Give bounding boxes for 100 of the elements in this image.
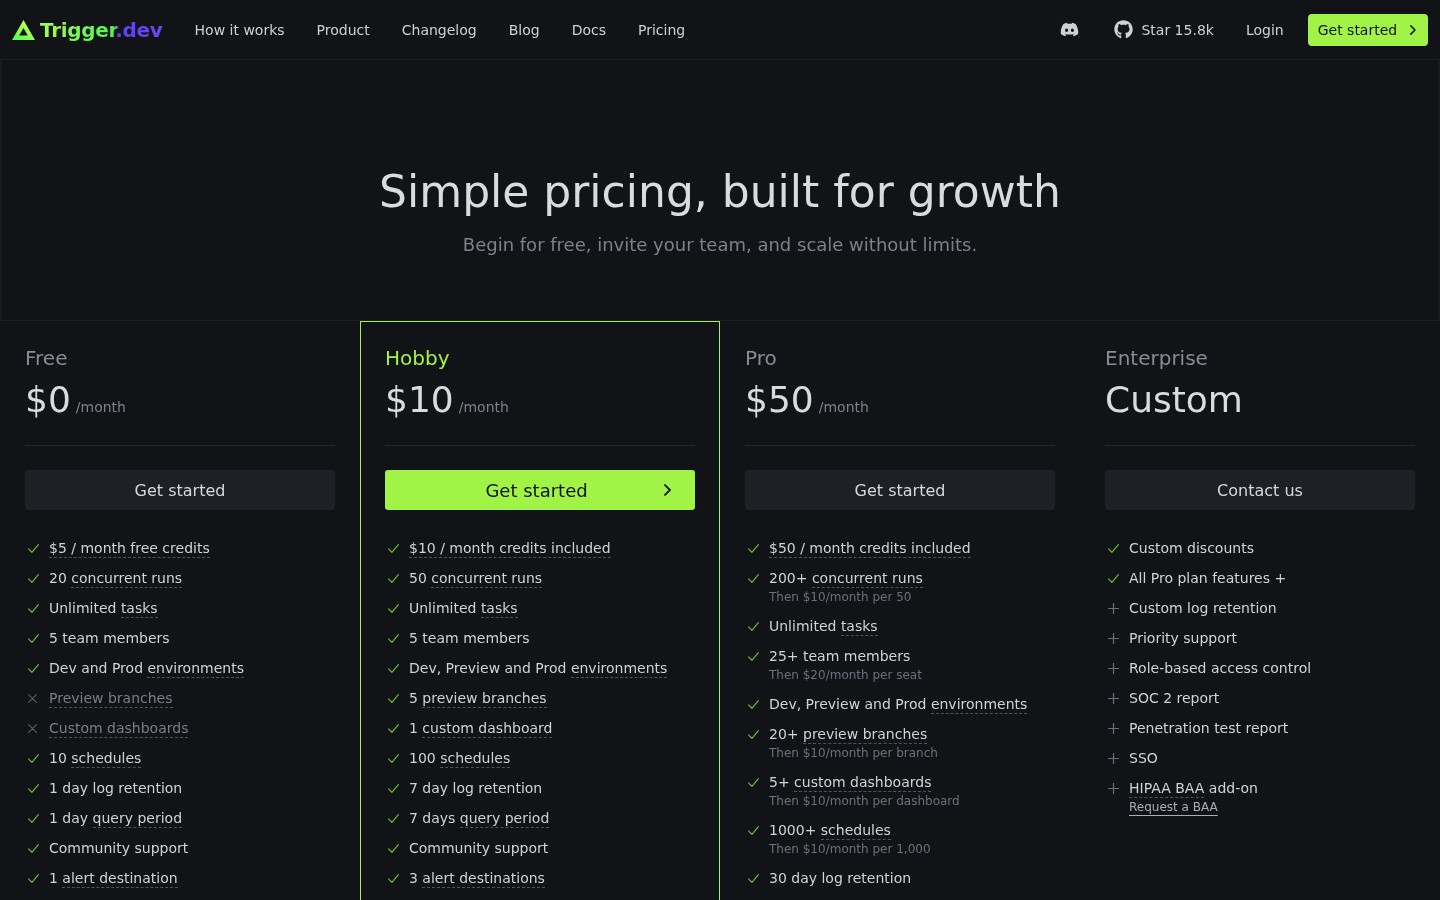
feature-text: Custom discounts — [1129, 539, 1254, 558]
feature-text: $5 / month free credits — [49, 539, 210, 558]
check-icon — [28, 633, 39, 643]
check-icon — [388, 573, 399, 583]
plan-price: $0 — [25, 378, 71, 422]
feature-text: Unlimited tasks — [769, 617, 878, 636]
nav-link[interactable]: Product — [316, 19, 370, 40]
check-icon — [748, 729, 759, 739]
nav-link[interactable]: Docs — [571, 19, 606, 40]
feature-text: Dev and Prod environments — [49, 659, 244, 678]
plan-button[interactable]: Get started — [25, 470, 335, 510]
feature-text: Unlimited tasks — [409, 599, 518, 618]
check-icon — [388, 633, 399, 643]
check-icon — [1108, 543, 1119, 553]
chevron-right-icon — [1410, 24, 1416, 35]
feature-text: Unlimited tasks — [49, 599, 158, 618]
nav-link[interactable]: Changelog — [401, 19, 477, 40]
feature-text: 100 schedules — [409, 749, 511, 768]
feature-text: 7 day log retention — [409, 779, 543, 798]
check-icon — [748, 543, 759, 553]
check-icon — [28, 753, 39, 763]
feature-text: 5+ custom dashboards — [769, 773, 932, 792]
check-icon — [388, 843, 399, 853]
nav-link[interactable]: How it works — [194, 19, 285, 40]
feature-text: 1 day log retention — [49, 779, 183, 798]
plan-name: Free — [25, 345, 68, 372]
github-icon — [1114, 20, 1134, 39]
plus-icon — [1108, 662, 1119, 674]
plus-icon — [1108, 782, 1119, 794]
plan-button[interactable]: Get started — [745, 470, 1055, 510]
feature-text: 25+ team members — [769, 647, 911, 666]
feature-text: $50 / month credits included — [769, 539, 971, 558]
check-icon — [28, 603, 39, 613]
plus-icon — [1108, 752, 1119, 764]
price-period: /month — [458, 398, 509, 417]
plan-button[interactable]: Contact us — [1105, 470, 1415, 510]
feature-text: $10 / month credits included — [409, 539, 611, 558]
feature-note: Then $20/month per seat — [769, 667, 922, 684]
feature-text: 1 day query period — [49, 809, 183, 828]
nav-link[interactable]: Blog — [508, 19, 540, 40]
feature-text: Custom dashboards — [49, 719, 189, 738]
check-icon — [28, 783, 39, 793]
plan-price: $10 — [385, 378, 454, 422]
discord-link[interactable] — [1060, 20, 1080, 39]
feature-text: 1 custom dashboard — [409, 719, 553, 738]
feature-text: Penetration test report — [1129, 719, 1289, 738]
check-icon — [748, 825, 759, 835]
check-icon — [388, 693, 399, 703]
feature-text: SOC 2 report — [1129, 689, 1220, 708]
feature-text: HIPAA BAA add-on — [1129, 779, 1258, 798]
feature-text: Priority support — [1129, 629, 1238, 648]
feature-note: Then $10/month per dashboard — [769, 793, 960, 810]
check-icon — [388, 813, 399, 823]
feature-text: 50 concurrent runs — [409, 569, 543, 588]
github-star-link[interactable]: Star 15.8k — [1114, 19, 1214, 40]
cross-icon — [28, 693, 37, 703]
plan-name: Hobby — [385, 345, 450, 372]
feature-text: Custom log retention — [1129, 599, 1277, 618]
check-icon — [748, 699, 759, 709]
plus-icon — [1108, 632, 1119, 644]
plus-icon — [1108, 722, 1119, 734]
hero-subtitle: Begin for free, invite your team, and scale without limits. — [462, 233, 978, 257]
feature-text: All Pro plan features + — [1129, 569, 1287, 588]
check-icon — [388, 543, 399, 553]
plus-icon — [1108, 602, 1119, 614]
check-icon — [28, 663, 39, 673]
triangle-logo-icon — [12, 19, 35, 40]
check-icon — [388, 603, 399, 613]
plus-icon — [1108, 692, 1119, 704]
feature-text: Dev, Preview and Prod environments — [769, 695, 1028, 714]
nav-link[interactable]: Pricing — [638, 19, 686, 40]
feature-text: 3 alert destinations — [409, 869, 545, 888]
feature-text: Community support — [409, 839, 549, 858]
feature-note: Then $10/month per 1,000 — [769, 841, 931, 858]
plan-button[interactable]: Get started — [385, 470, 695, 510]
feature-text: Dev, Preview and Prod environments — [409, 659, 668, 678]
check-icon — [1108, 573, 1119, 583]
check-icon — [28, 543, 39, 553]
feature-text: 200+ concurrent runs — [769, 569, 923, 588]
request-link[interactable]: Request a BAA — [1129, 798, 1218, 816]
login-link[interactable]: Login — [1245, 19, 1284, 40]
check-icon — [748, 651, 759, 661]
chevron-right-icon — [664, 484, 671, 496]
feature-text: Preview branches — [49, 689, 173, 708]
check-icon — [28, 813, 39, 823]
hero-title: Simple pricing, built for growth — [379, 165, 1061, 219]
feature-text: 30 day log retention — [769, 869, 912, 888]
feature-text: 20 concurrent runs — [49, 569, 183, 588]
plan-name: Pro — [745, 345, 777, 372]
feature-text: Community support — [49, 839, 189, 858]
check-icon — [388, 663, 399, 673]
check-icon — [748, 873, 759, 883]
check-icon — [748, 621, 759, 631]
plan-price: $50 — [745, 378, 814, 422]
price-period: /month — [818, 398, 869, 417]
feature-note: Then $10/month per 50 — [769, 589, 912, 606]
check-icon — [28, 573, 39, 583]
feature-note: Then $10/month per branch — [769, 745, 938, 762]
check-icon — [28, 873, 39, 883]
get-started-button[interactable]: Get started — [1307, 13, 1428, 46]
